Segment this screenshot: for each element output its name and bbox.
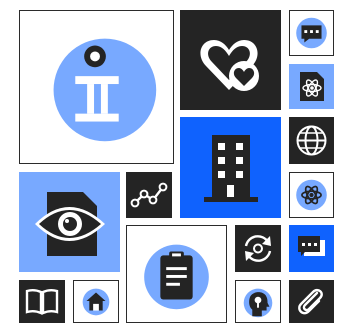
- clipboard-icon: [144, 244, 209, 310]
- atom-icon: [296, 179, 327, 211]
- view-document-tile[interactable]: [19, 172, 120, 272]
- building-tile[interactable]: [180, 117, 281, 218]
- info-tile[interactable]: [19, 10, 174, 164]
- head-profile-icon: [243, 288, 273, 318]
- atom-document-tile[interactable]: [289, 64, 334, 109]
- refresh-circle-icon: [244, 235, 272, 262]
- atom-document-icon: [300, 72, 324, 101]
- atom-tile[interactable]: [289, 172, 334, 218]
- globe-icon: [296, 125, 327, 156]
- chat-tile[interactable]: [289, 10, 334, 56]
- globe-tile[interactable]: [289, 117, 334, 164]
- clipboard-tile[interactable]: [126, 225, 227, 323]
- attachment-tile[interactable]: [289, 280, 334, 323]
- analytics-tile[interactable]: [126, 172, 172, 218]
- home-tile[interactable]: [73, 280, 119, 323]
- building-icon: [204, 135, 258, 202]
- favorites-tile[interactable]: [180, 10, 281, 110]
- refresh-tile[interactable]: [235, 225, 281, 272]
- book-icon: [25, 289, 59, 315]
- chat-bubbles-icon: [298, 236, 325, 256]
- favorite-hearts-icon: [200, 40, 259, 91]
- profile-tile[interactable]: [235, 280, 281, 323]
- line-chart-icon: [130, 182, 168, 208]
- book-tile[interactable]: [19, 280, 65, 323]
- attachment-icon: [298, 288, 323, 315]
- home-icon: [82, 288, 110, 316]
- information-icon: [53, 38, 157, 142]
- chat-bubble-icon: [296, 17, 327, 49]
- conversation-tile[interactable]: [289, 225, 334, 272]
- visibility-document-icon: [35, 192, 105, 256]
